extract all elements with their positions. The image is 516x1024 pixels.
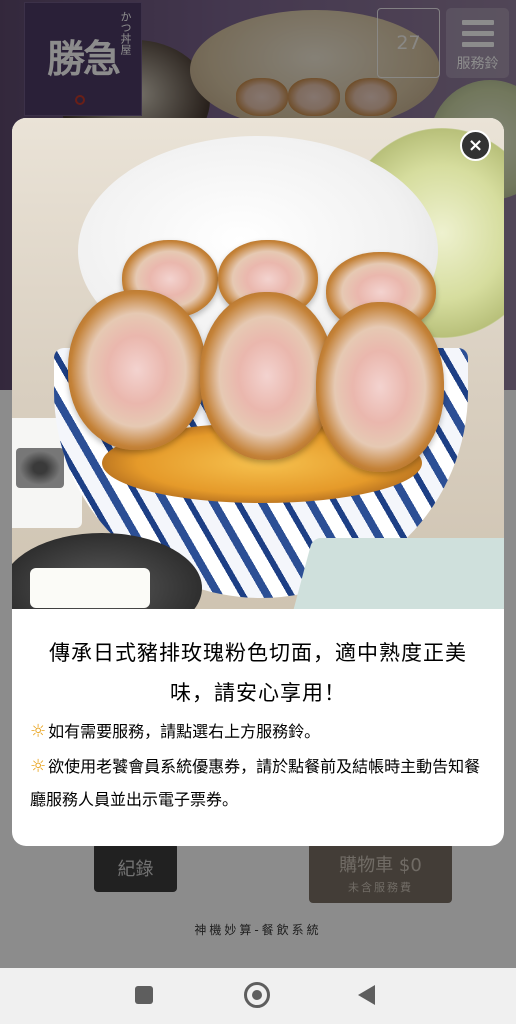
note-item: ☼ 如有需要服務，請點選右上方服務鈴。 [30,715,486,748]
announcement-modal: × 傳承日式豬排玫瑰粉色切面，適中熟度正美味，請安心享用！ ☼ 如有需要服務，請點… [12,118,504,846]
sauce-plate-image [291,538,504,609]
pickled-radish-image [30,568,150,608]
cutlet-image [316,302,444,472]
modal-message: 傳承日式豬排玫瑰粉色切面，適中熟度正美味，請安心享用！ ☼ 如有需要服務，請點選右… [12,609,504,816]
recent-apps-icon[interactable] [135,986,153,1004]
note-text: 欲使用老饕會員系統優惠券，請於點餐前及結帳時主動告知餐廳服務人員並出示電子票券。 [30,757,481,809]
sesame-dish-image [16,448,64,488]
sun-icon: ☼ [30,721,47,742]
sun-icon: ☼ [30,756,47,777]
modal-headline: 傳承日式豬排玫瑰粉色切面，適中熟度正美味，請安心享用！ [49,641,467,705]
katsudon-photo [12,118,504,609]
cutlet-image [200,292,334,460]
note-item: ☼ 欲使用老饕會員系統優惠券，請於點餐前及結帳時主動告知餐廳服務人員並出示電子票券… [30,750,486,816]
close-icon[interactable]: × [460,130,491,161]
home-icon[interactable] [244,982,270,1008]
system-navigation-bar [0,968,516,1024]
back-icon[interactable] [358,985,375,1005]
cutlet-image [68,290,206,450]
note-text: 如有需要服務，請點選右上方服務鈴。 [48,722,321,741]
